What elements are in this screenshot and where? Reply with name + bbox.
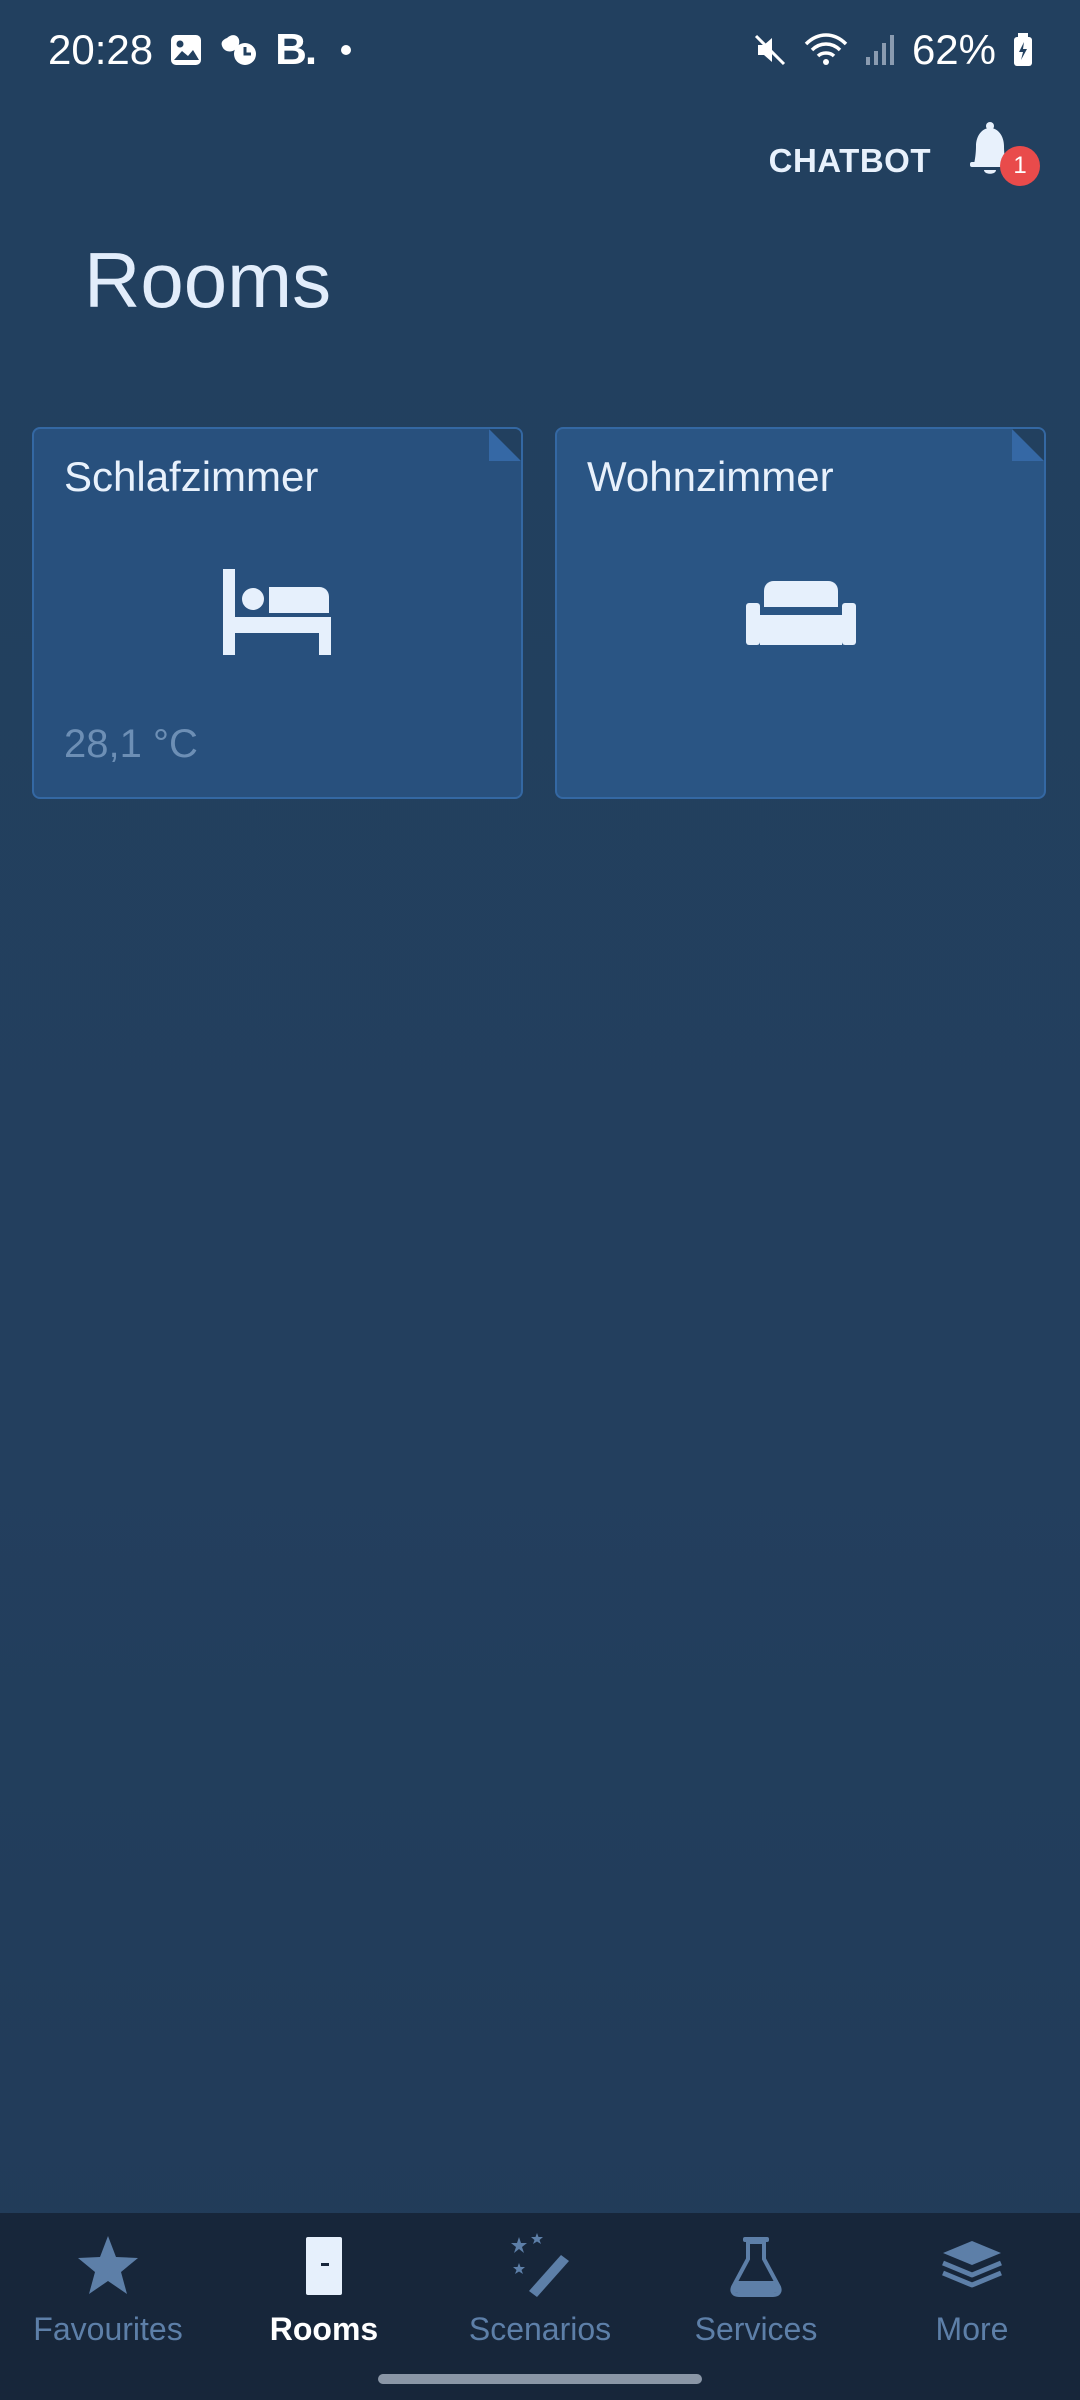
nav-label: Favourites [33, 2311, 183, 2347]
bed-icon [222, 569, 333, 660]
star-icon [78, 2236, 138, 2294]
room-temperature: 28,1 °C [64, 722, 198, 766]
image-icon [169, 33, 203, 67]
magic-wand-icon [511, 2233, 569, 2297]
battery-percent: 62% [911, 26, 996, 73]
status-time: 20:28 [48, 26, 154, 73]
door-icon [306, 2237, 342, 2295]
notification-badge: 1 [1000, 146, 1040, 186]
card-corner-fold [489, 429, 521, 461]
more-notifications-dot [341, 45, 352, 55]
flask-icon [730, 2237, 782, 2297]
status-left: 20:28 B. [48, 25, 352, 75]
notifications-button[interactable]: 1 [954, 114, 1044, 204]
sofa-icon [745, 581, 856, 650]
home-indicator[interactable] [378, 2374, 702, 2384]
room-card-wohnzimmer[interactable]: Wohnzimmer [555, 427, 1046, 799]
room-name: Wohnzimmer [587, 453, 834, 500]
nav-label: More [935, 2311, 1009, 2347]
page-title: Rooms [84, 236, 332, 324]
status-right: 62% [752, 26, 1034, 74]
mute-icon [752, 32, 788, 68]
brand-letter: B. [275, 25, 317, 74]
rooms-grid: Schlafzimmer 28,1 °C Wohnzimmer [0, 395, 1080, 2213]
card-corner-fold [1012, 429, 1044, 461]
signal-icon [864, 33, 896, 67]
nav-services[interactable]: Services [648, 2213, 864, 2400]
chatbot-button[interactable]: CHATBOT [769, 126, 931, 196]
bottom-navigation: Favourites Rooms Scenarios Services More [0, 2213, 1080, 2400]
nav-label: Rooms [269, 2311, 379, 2347]
room-card-schlafzimmer[interactable]: Schlafzimmer 28,1 °C [32, 427, 523, 799]
nav-scenarios[interactable]: Scenarios [432, 2213, 648, 2400]
app-header: CHATBOT 1 Rooms [0, 100, 1080, 395]
nav-more[interactable]: More [864, 2213, 1080, 2400]
nav-favourites[interactable]: Favourites [0, 2213, 216, 2400]
notification-app-icon [219, 32, 259, 68]
layers-icon [942, 2241, 1002, 2288]
wifi-icon [804, 32, 848, 68]
status-bar: 20:28 B. 62% [0, 0, 1080, 100]
nav-label: Scenarios [468, 2311, 612, 2347]
room-name: Schlafzimmer [64, 453, 319, 500]
nav-label: Services [694, 2311, 818, 2347]
battery-icon [1012, 32, 1034, 68]
nav-rooms[interactable]: Rooms [216, 2213, 432, 2400]
